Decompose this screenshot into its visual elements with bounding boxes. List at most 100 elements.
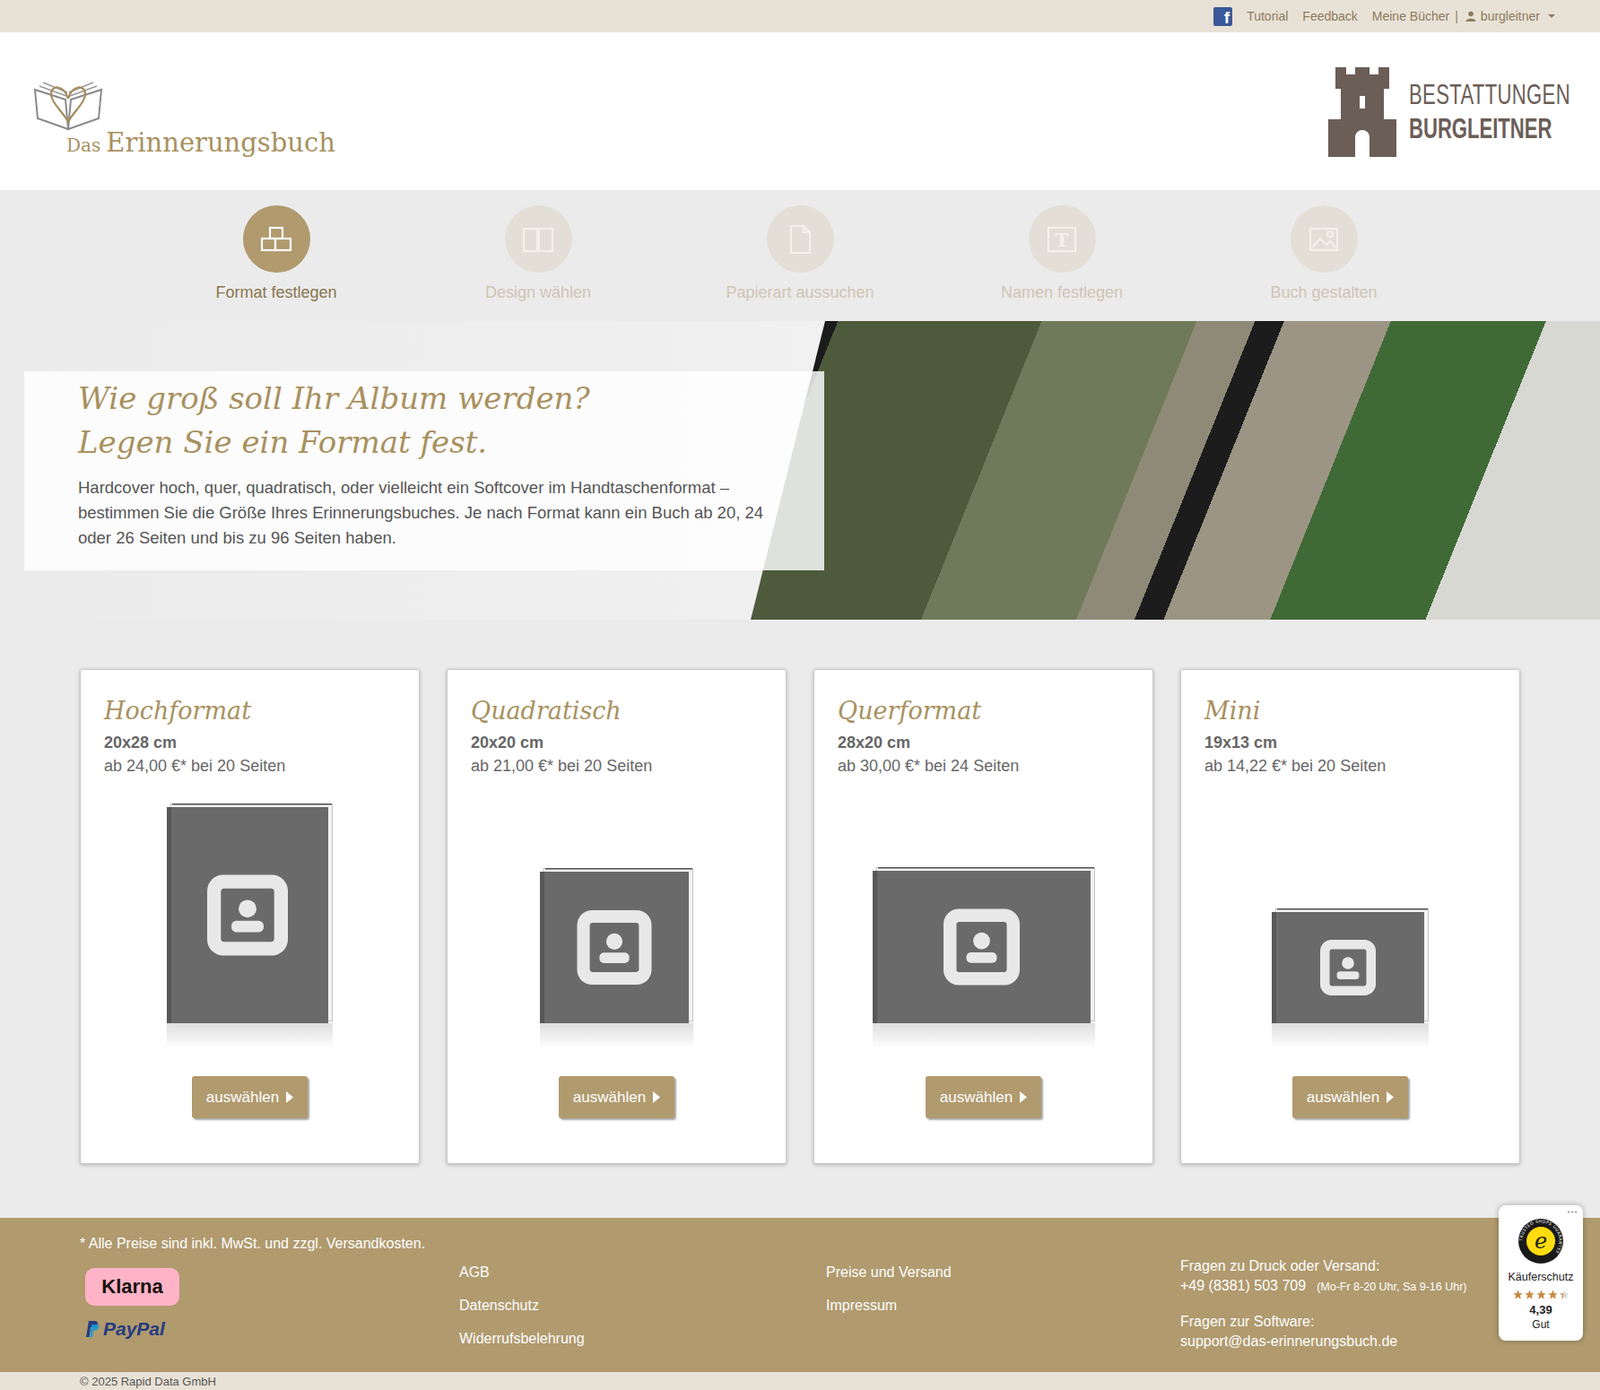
star-icon bbox=[1513, 1289, 1523, 1300]
software-contact-label: Fragen zur Software: bbox=[1180, 1312, 1488, 1332]
rating-value: 4,39 bbox=[1529, 1303, 1552, 1318]
format-price: ab 30,00 €* bei 24 Seiten bbox=[837, 754, 1130, 778]
step-label: Design wählen bbox=[485, 281, 592, 304]
paper-icon bbox=[782, 221, 818, 258]
arrow-right-icon bbox=[1019, 1091, 1027, 1104]
klarna-logo: Klarna bbox=[85, 1268, 180, 1306]
footer-link[interactable]: Impressum bbox=[826, 1295, 1154, 1316]
step-label: Namen festlegen bbox=[1000, 281, 1123, 304]
copyright: © 2025 Rapid Data GmbH bbox=[79, 1374, 217, 1389]
book-icon bbox=[166, 803, 333, 1024]
copyright-bar: © 2025 Rapid Data GmbH bbox=[0, 1372, 1600, 1390]
trust-seal-icon: TRUSTED SHOPS GUARANTEEe bbox=[1517, 1217, 1565, 1265]
top-link[interactable]: Feedback bbox=[1302, 8, 1357, 24]
support-email[interactable]: support@das-erinnerungsbuch.de bbox=[1180, 1331, 1488, 1352]
format-price: ab 14,22 €* bei 20 Seiten bbox=[1204, 754, 1496, 778]
hero-text: Hardcover hoch, quer, quadratisch, oder … bbox=[78, 475, 771, 551]
paypal-mark-icon bbox=[85, 1320, 100, 1339]
layout-icon bbox=[1305, 221, 1342, 258]
footer-link[interactable]: Preise und Versand bbox=[826, 1262, 1154, 1283]
format-price: ab 24,00 €* bei 20 Seiten bbox=[104, 754, 396, 778]
caret-icon bbox=[1547, 14, 1556, 18]
format-size: 20x20 cm bbox=[470, 730, 763, 755]
step-circle bbox=[1290, 205, 1358, 273]
select-button[interactable]: auswählen bbox=[558, 1076, 675, 1119]
book-illustration bbox=[1204, 777, 1496, 1049]
step-label: Papierart aussuchen bbox=[725, 281, 874, 304]
arrow-right-icon bbox=[286, 1091, 294, 1104]
step-circle bbox=[243, 205, 311, 273]
more-button[interactable]: ··· bbox=[1566, 1207, 1580, 1217]
paypal-logo: PayPal bbox=[85, 1318, 420, 1340]
trust-badge[interactable]: ···TRUSTED SHOPS GUARANTEEe Käuferschutz 4… bbox=[1498, 1205, 1583, 1341]
separator: | bbox=[1454, 8, 1459, 24]
format-list: Hochformat20x28 cmab 24,00 €* bei 20 Sei… bbox=[0, 619, 1600, 1218]
top-link[interactable]: Meine Bücher bbox=[1372, 8, 1450, 24]
rating-grade: Gut bbox=[1531, 1317, 1549, 1332]
badge-label: Käuferschutz bbox=[1508, 1269, 1574, 1285]
select-button[interactable]: auswählen bbox=[191, 1076, 308, 1119]
footer-link[interactable]: Widerrufsbelehrung bbox=[459, 1329, 787, 1349]
format-size: 20x28 cm bbox=[104, 730, 396, 755]
step[interactable]: Buch gestalten bbox=[1192, 205, 1455, 304]
star-icon bbox=[1524, 1289, 1535, 1300]
book-illustration bbox=[470, 777, 763, 1049]
format-title: Querformat bbox=[837, 693, 1130, 730]
hero-text-box: Wie groß soll Ihr Album werden?Legen Sie… bbox=[24, 371, 825, 571]
step-circle bbox=[766, 205, 835, 273]
hero-title: Wie groß soll Ihr Album werden?Legen Sie… bbox=[78, 376, 771, 465]
step-circle bbox=[504, 205, 573, 273]
top-link[interactable]: Tutorial bbox=[1246, 8, 1288, 24]
step[interactable]: Papierart aussuchen bbox=[669, 205, 931, 304]
print-contact-label: Fragen zu Druck oder Versand: bbox=[1180, 1256, 1488, 1277]
format-card[interactable]: Quadratisch20x20 cmab 21,00 €* bei 20 Se… bbox=[446, 669, 787, 1165]
svg-text:TRUSTED SHOPS GUARANTEE: TRUSTED SHOPS GUARANTEE bbox=[1518, 1218, 1563, 1255]
partner-line2: BURGLEITNER bbox=[1408, 111, 1520, 146]
format-card[interactable]: Hochformat20x28 cmab 24,00 €* bei 20 Sei… bbox=[79, 669, 420, 1165]
step[interactable]: Format festlegen bbox=[145, 205, 408, 304]
rating-stars bbox=[1513, 1289, 1570, 1300]
arrow-right-icon bbox=[1386, 1091, 1394, 1104]
footer-link[interactable]: Datenschutz bbox=[459, 1295, 787, 1316]
book-illustration bbox=[104, 777, 396, 1049]
name-icon: T bbox=[1043, 221, 1080, 258]
step[interactable]: T Namen festlegen bbox=[930, 205, 1193, 304]
step-label: Buch gestalten bbox=[1269, 281, 1377, 304]
phone[interactable]: +49 (8381) 503 709 bbox=[1180, 1276, 1306, 1296]
format-title: Quadratisch bbox=[470, 693, 763, 730]
book-reflection bbox=[166, 1023, 333, 1049]
top-bar: f Tutorial Feedback Meine Bücher| burgleitne… bbox=[0, 0, 1600, 33]
format-title: Mini bbox=[1204, 693, 1496, 730]
format-size: 19x13 cm bbox=[1204, 730, 1496, 755]
hero-photo bbox=[750, 321, 1600, 620]
format-icon bbox=[258, 221, 295, 258]
book-heart-icon bbox=[32, 77, 105, 135]
book-reflection bbox=[1271, 1023, 1429, 1049]
footer-link[interactable]: AGB bbox=[459, 1262, 787, 1283]
page: f Tutorial Feedback Meine Bücher| burgleitne… bbox=[0, 0, 1600, 1390]
format-card[interactable]: Mini19x13 cmab 14,22 €* bei 20 Seiten aus… bbox=[1180, 669, 1521, 1165]
arrow-right-icon bbox=[652, 1091, 661, 1104]
step[interactable]: Design wählen bbox=[407, 205, 670, 304]
header: DasErinnerungsbuch BESTATTUNGENBURGLEITNE… bbox=[0, 32, 1600, 191]
star-icon bbox=[1536, 1289, 1547, 1300]
step-circle: T bbox=[1028, 205, 1096, 273]
logo[interactable]: DasErinnerungsbuch bbox=[32, 77, 336, 158]
format-title: Hochformat bbox=[104, 693, 396, 730]
castle-tower-icon bbox=[1328, 65, 1397, 157]
svg-text:e: e bbox=[1534, 1228, 1548, 1254]
book-reflection bbox=[872, 1023, 1096, 1049]
book-reflection bbox=[539, 1023, 694, 1049]
format-card[interactable]: Querformat28x20 cmab 30,00 €* bei 24 Sei… bbox=[813, 669, 1154, 1165]
partner-logo[interactable]: BESTATTUNGENBURGLEITNER bbox=[1328, 65, 1569, 157]
book-icon bbox=[872, 867, 1096, 1024]
facebook-icon[interactable]: f bbox=[1213, 7, 1233, 27]
footer: * Alle Preise sind inkl. MwSt. und zzgl.… bbox=[0, 1217, 1600, 1373]
star-icon bbox=[1547, 1289, 1558, 1300]
user-icon bbox=[1465, 10, 1477, 22]
select-button[interactable]: auswählen bbox=[925, 1076, 1042, 1119]
user-menu[interactable]: burgleitner bbox=[1465, 8, 1556, 24]
hours: (Mo-Fr 8-20 Uhr, Sa 9-16 Uhr) bbox=[1316, 1278, 1467, 1296]
select-button[interactable]: auswählen bbox=[1292, 1076, 1409, 1119]
design-icon bbox=[520, 221, 557, 258]
